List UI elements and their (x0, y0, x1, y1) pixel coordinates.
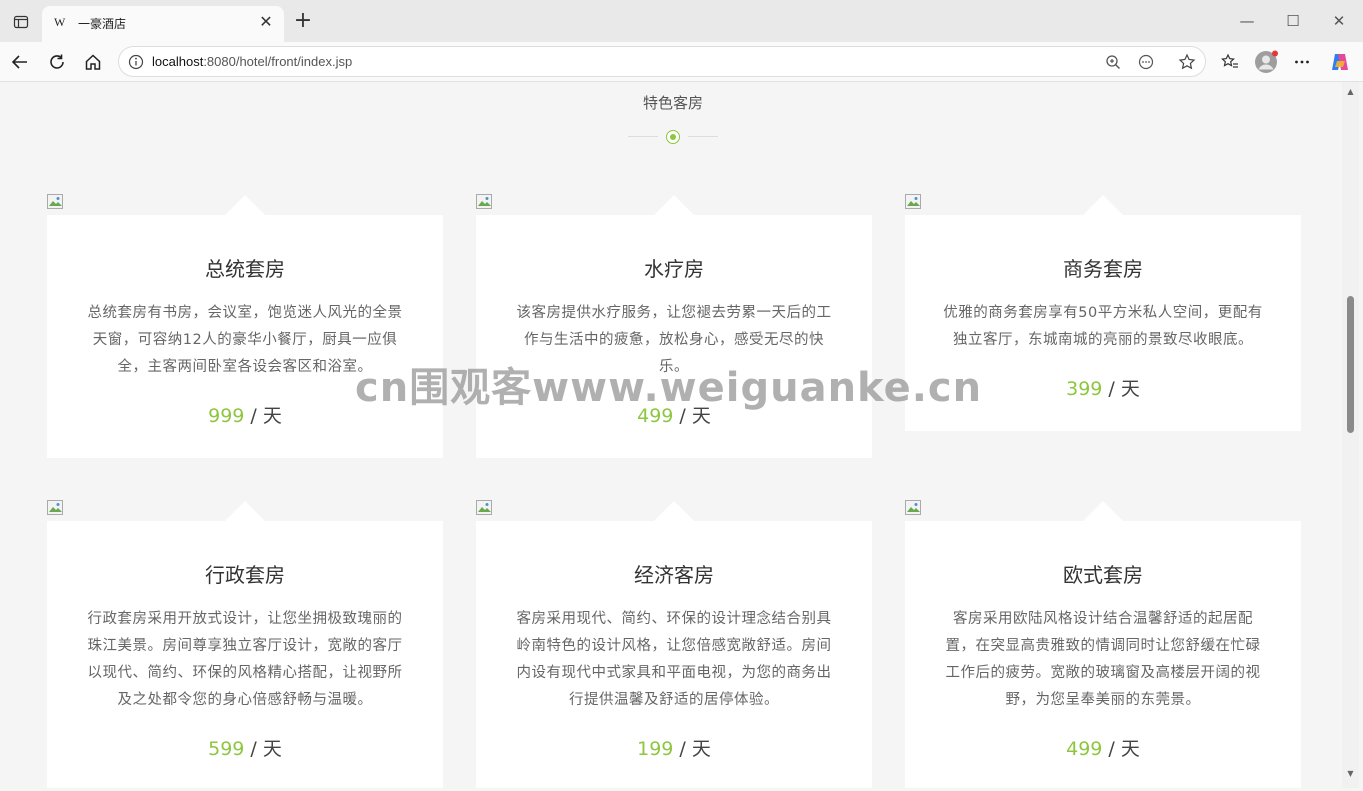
scrollbar-thumb[interactable] (1347, 296, 1354, 433)
page-viewport: 特色客房 总统套房 总统套房有书房，会议室，饱览迷人风光的全景天窗，可容纳12人… (4, 82, 1342, 788)
tab-close-icon[interactable]: ✕ (256, 12, 276, 32)
tab-actions-icon[interactable] (8, 9, 34, 35)
url-text[interactable]: localhost:8080/hotel/front/index.jsp (152, 54, 352, 69)
room-description: 客房采用现代、简约、环保的设计理念结合别具岭南特色的设计风格，让您倍感宽敞舒适。… (516, 611, 832, 708)
tab-bar: W 一豪酒店 ✕ + — ☐ ✕ (0, 0, 1363, 42)
window-close-icon[interactable]: ✕ (1324, 8, 1354, 34)
room-price-value: 999 (208, 405, 245, 427)
broken-image-icon (476, 194, 492, 209)
room-price-unit: / 天 (244, 405, 282, 427)
url-path: :8080/hotel/front/index.jsp (203, 54, 353, 69)
favorites-list-icon[interactable] (1216, 48, 1244, 76)
minimize-icon[interactable]: — (1232, 8, 1262, 34)
room-card-body: 水疗房 该客房提供水疗服务，让您褪去劳累一天后的工作与生活中的疲惫，放松身心，感… (476, 195, 872, 458)
tab-favicon: W (54, 15, 66, 29)
room-price: 599 / 天 (47, 734, 443, 761)
room-title[interactable]: 行政套房 (47, 559, 443, 588)
favorite-star-icon[interactable] (1175, 50, 1199, 74)
room-price: 499 / 天 (905, 734, 1301, 761)
room-card-body: 总统套房 总统套房有书房，会议室，饱览迷人风光的全景天窗，可容纳12人的豪华小餐… (47, 195, 443, 458)
broken-image-icon (476, 500, 492, 515)
room-card-body: 欧式套房 客房采用欧陆风格设计结合温馨舒适的起居配置，在突显高贵雅致的情调同时让… (905, 501, 1301, 788)
refresh-icon[interactable] (43, 48, 71, 76)
title-divider (628, 130, 718, 144)
profile-avatar[interactable] (1252, 48, 1280, 76)
page-scrollbar[interactable]: ▲ ▼ (1342, 82, 1359, 788)
room-description: 客房采用欧陆风格设计结合温馨舒适的起居配置，在突显高贵雅致的情调同时让您舒缓在忙… (945, 611, 1261, 708)
new-tab-button[interactable]: + (290, 8, 316, 34)
room-title[interactable]: 总统套房 (47, 253, 443, 282)
zoom-icon[interactable] (1101, 50, 1125, 74)
back-arrow-icon[interactable] (6, 48, 34, 76)
browser-toolbar: localhost:8080/hotel/front/index.jsp (0, 42, 1363, 82)
more-menu-icon[interactable] (1288, 48, 1316, 76)
tab-title: 一豪酒店 (78, 17, 127, 31)
room-title[interactable]: 商务套房 (905, 253, 1301, 282)
room-price: 199 / 天 (476, 734, 872, 761)
room-price-value: 599 (208, 738, 245, 760)
home-icon[interactable] (79, 48, 107, 76)
room-price-value: 399 (1066, 378, 1103, 400)
room-price-value: 499 (1066, 738, 1103, 760)
address-bar[interactable]: localhost:8080/hotel/front/index.jsp (118, 46, 1206, 77)
divider-dot-icon (666, 130, 680, 144)
scroll-up-arrow-icon[interactable]: ▲ (1346, 88, 1355, 96)
room-price-unit: / 天 (1102, 738, 1140, 760)
room-card-body: 行政套房 行政套房采用开放式设计，让您坐拥极致瑰丽的珠江美景。房间尊享独立客厅设… (47, 501, 443, 788)
room-price-unit: / 天 (673, 738, 711, 760)
room-card-body: 经济客房 客房采用现代、简约、环保的设计理念结合别具岭南特色的设计风格，让您倍感… (476, 501, 872, 788)
browser-tab[interactable]: W 一豪酒店 ✕ (42, 6, 284, 42)
room-price-value: 199 (637, 738, 674, 760)
room-title[interactable]: 经济客房 (476, 559, 872, 588)
broken-image-icon (905, 194, 921, 209)
room-description: 优雅的商务套房享有50平方米私人空间，更配有独立客厅，东城南城的亮丽的景致尽收眼… (943, 305, 1263, 348)
room-title[interactable]: 欧式套房 (905, 559, 1301, 588)
room-price-unit: / 天 (1102, 378, 1140, 400)
copilot-icon[interactable] (1326, 48, 1354, 76)
watermark-text: cn围观客www.weiguanke.cn (355, 365, 983, 411)
broken-image-icon (47, 500, 63, 515)
broken-image-icon (905, 500, 921, 515)
read-aloud-icon[interactable] (1134, 50, 1158, 74)
room-price-unit: / 天 (244, 738, 282, 760)
scroll-down-arrow-icon[interactable]: ▼ (1346, 770, 1355, 778)
url-host: localhost (152, 54, 204, 69)
room-title[interactable]: 水疗房 (476, 253, 872, 282)
section-title: 特色客房 (642, 94, 703, 112)
maximize-icon[interactable]: ☐ (1278, 8, 1308, 34)
broken-image-icon (47, 194, 63, 209)
site-info-icon[interactable] (127, 53, 145, 71)
room-description: 行政套房采用开放式设计，让您坐拥极致瑰丽的珠江美景。房间尊享独立客厅设计，宽敞的… (87, 611, 403, 708)
